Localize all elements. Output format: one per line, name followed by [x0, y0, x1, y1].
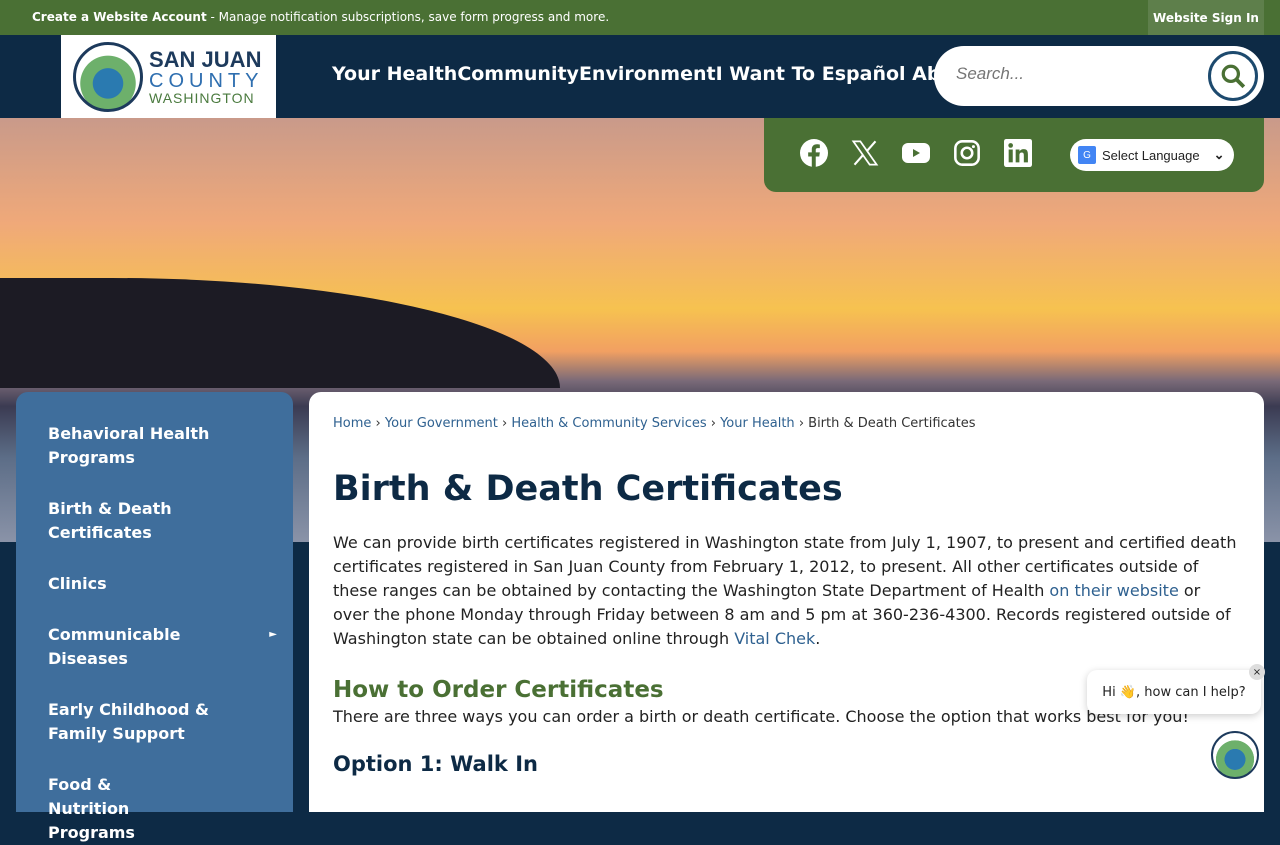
sidebar-item-label: Early Childhood & Family Support	[48, 700, 210, 743]
sidebar-item-label: Communicable Diseases	[48, 625, 181, 668]
sign-in-button[interactable]: Website Sign In	[1148, 0, 1264, 35]
instagram-icon[interactable]	[952, 138, 982, 168]
main-nav: Your Health Community Environment I Want…	[332, 63, 976, 85]
breadcrumb-current: Birth & Death Certificates	[808, 416, 976, 431]
county-seal-icon	[73, 41, 143, 112]
breadcrumb-sep: ›	[375, 416, 381, 431]
chat-launcher-icon[interactable]	[1211, 731, 1259, 779]
google-translate-icon: G	[1078, 146, 1096, 164]
search-input[interactable]	[956, 64, 1186, 84]
breadcrumb-sep: ›	[798, 416, 805, 431]
breadcrumb-your-government[interactable]: Your Government	[385, 416, 498, 431]
breadcrumb-sep: ›	[710, 416, 716, 431]
sidebar-item-communicable-diseases[interactable]: Communicable Diseases ►	[16, 623, 293, 671]
search-button[interactable]	[1208, 51, 1258, 101]
account-desc: - Manage notification subscriptions, sav…	[206, 10, 610, 24]
close-icon[interactable]: ×	[1249, 664, 1265, 680]
intro-text: .	[815, 629, 821, 648]
expand-arrow-icon[interactable]: ►	[269, 623, 277, 647]
sidebar-item-behavioral-health[interactable]: Behavioral Health Programs	[16, 422, 293, 470]
nav-community[interactable]: Community	[457, 63, 579, 85]
nav-i-want-to[interactable]: I Want To	[716, 63, 822, 85]
island-silhouette	[0, 278, 560, 388]
sidebar-item-label: Behavioral Health Programs	[48, 424, 210, 467]
language-select[interactable]: G Select Language ⌄	[1070, 139, 1234, 171]
sidebar-item-birth-death[interactable]: Birth & Death Certificates	[16, 497, 293, 545]
chat-bubble[interactable]: Hi 👋, how can I help? ×	[1087, 664, 1265, 714]
x-twitter-icon[interactable]	[850, 138, 880, 168]
breadcrumb-health-community[interactable]: Health & Community Services	[511, 416, 706, 431]
linkedin-icon[interactable]	[1003, 138, 1033, 168]
sidebar-item-food-nutrition[interactable]: Food & Nutrition Programs	[16, 773, 293, 845]
logo-line1: SAN JUAN	[149, 46, 262, 72]
page-title: Birth & Death Certificates	[333, 469, 843, 509]
youtube-icon[interactable]	[901, 138, 931, 168]
search-icon	[1221, 64, 1246, 89]
logo-line2: COUNTY	[149, 69, 264, 92]
chat-message: Hi 👋, how can I help?	[1102, 684, 1246, 700]
language-label: Select Language	[1102, 147, 1200, 163]
breadcrumb-your-health[interactable]: Your Health	[720, 416, 795, 431]
facebook-icon[interactable]	[799, 138, 829, 168]
intro-paragraph: We can provide birth certificates regist…	[333, 531, 1240, 651]
sidebar-item-label: Birth & Death Certificates	[48, 499, 172, 542]
site-logo[interactable]: SAN JUAN COUNTY WASHINGTON	[61, 35, 276, 118]
nav-your-health[interactable]: Your Health	[332, 63, 457, 85]
search-box	[934, 46, 1264, 106]
sidebar-nav: Behavioral Health Programs Birth & Death…	[16, 392, 293, 842]
nav-espanol[interactable]: Español	[822, 63, 912, 85]
top-bar: Create a Website Account - Manage notifi…	[0, 0, 1280, 35]
header: SAN JUAN COUNTY WASHINGTON Your Health Com…	[0, 35, 1280, 118]
sidebar-item-label: Food & Nutrition Programs	[48, 775, 135, 842]
main-content: Home › Your Government › Health & Commun…	[309, 392, 1264, 812]
sidebar-item-early-childhood[interactable]: Early Childhood & Family Support	[16, 698, 293, 746]
account-message: Create a Website Account - Manage notifi…	[32, 10, 609, 24]
chevron-down-icon: ⌄	[1213, 147, 1225, 162]
nav-environment[interactable]: Environment	[579, 63, 716, 85]
sidebar-item-clinics[interactable]: Clinics	[16, 572, 293, 596]
create-account-link[interactable]: Create a Website Account	[32, 10, 207, 24]
breadcrumb: Home › Your Government › Health & Commun…	[333, 416, 1240, 431]
social-bar: G Select Language ⌄	[764, 118, 1264, 192]
sidebar-item-label: Clinics	[48, 574, 107, 593]
vital-chek-link[interactable]: Vital Chek	[734, 629, 815, 648]
breadcrumb-home[interactable]: Home	[333, 416, 371, 431]
logo-line3: WASHINGTON	[149, 89, 255, 106]
breadcrumb-sep: ›	[501, 416, 508, 431]
doh-website-link[interactable]: on their website	[1049, 581, 1178, 600]
option-heading: Option 1: Walk In	[333, 752, 538, 776]
